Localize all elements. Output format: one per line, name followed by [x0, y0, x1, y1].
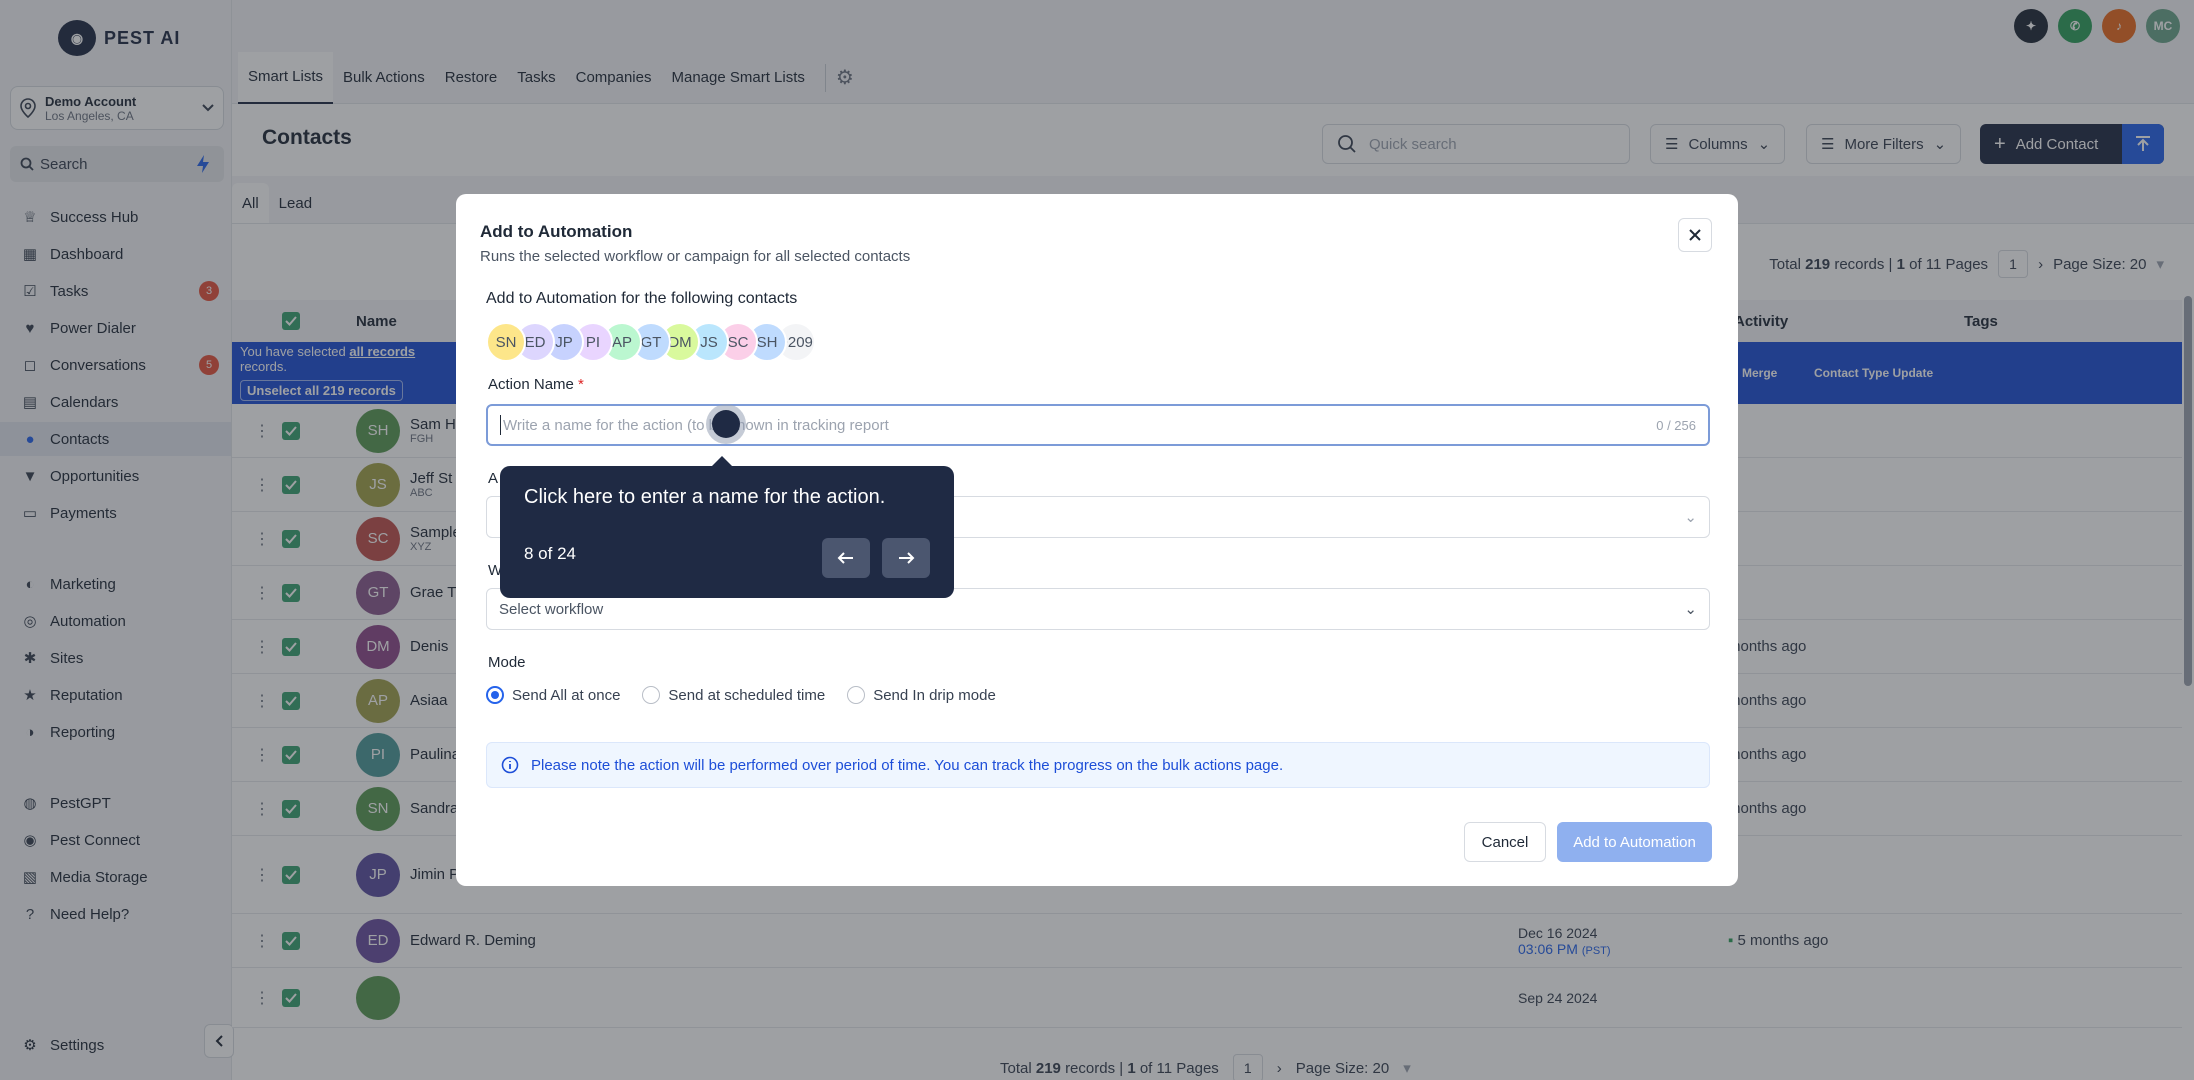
radio[interactable]: [847, 686, 866, 704]
contact-chip: SN: [486, 322, 526, 362]
arrow-left-icon: [837, 552, 853, 564]
tour-tooltip: Click here to enter a name for the actio…: [500, 456, 954, 598]
mode-send-all-at-once[interactable]: Send All at once: [486, 686, 620, 704]
info-icon: [501, 756, 519, 774]
mode-radio-group: Send All at once Send at scheduled time …: [486, 686, 996, 704]
tooltip-next-button[interactable]: [882, 538, 930, 578]
chevron-down-icon: ⌄: [1684, 601, 1697, 618]
mode-send-drip[interactable]: Send In drip mode: [847, 686, 996, 704]
close-button[interactable]: [1678, 218, 1712, 252]
selected-contacts-chips: SN ED JP PI AP GT DM JS SC SH +209: [486, 322, 816, 362]
workflow-placeholder: Select workflow: [499, 600, 604, 618]
info-note: Please note the action will be performed…: [486, 742, 1710, 788]
automation-type-label: A: [488, 470, 499, 487]
character-counter: 0 / 256: [1656, 417, 1696, 433]
action-name-placeholder: Write a name for the action (to be shown…: [503, 416, 889, 434]
contacts-label: Add to Automation for the following cont…: [486, 290, 798, 307]
action-name-label: Action Name *: [488, 376, 584, 393]
mode-label: Mode: [488, 654, 526, 671]
info-note-text: Please note the action will be performed…: [531, 756, 1284, 774]
modal-title: Add to Automation: [480, 222, 633, 241]
arrow-right-icon: [899, 552, 915, 564]
modal-subtitle: Runs the selected workflow or campaign f…: [480, 248, 911, 265]
text-caret: [500, 415, 501, 435]
radio[interactable]: [642, 686, 661, 704]
mode-send-scheduled[interactable]: Send at scheduled time: [642, 686, 825, 704]
close-icon: [1689, 229, 1701, 241]
add-to-automation-button[interactable]: Add to Automation: [1557, 822, 1712, 862]
radio-selected[interactable]: [486, 686, 504, 704]
tooltip-text: Click here to enter a name for the actio…: [524, 486, 886, 508]
tooltip-prev-button[interactable]: [822, 538, 870, 578]
tour-hotspot[interactable]: [706, 404, 746, 444]
tooltip-step-counter: 8 of 24: [524, 544, 576, 563]
chevron-down-icon: ⌄: [1684, 509, 1697, 526]
action-name-input[interactable]: Write a name for the action (to be shown…: [486, 404, 1710, 446]
cancel-button[interactable]: Cancel: [1464, 822, 1546, 862]
